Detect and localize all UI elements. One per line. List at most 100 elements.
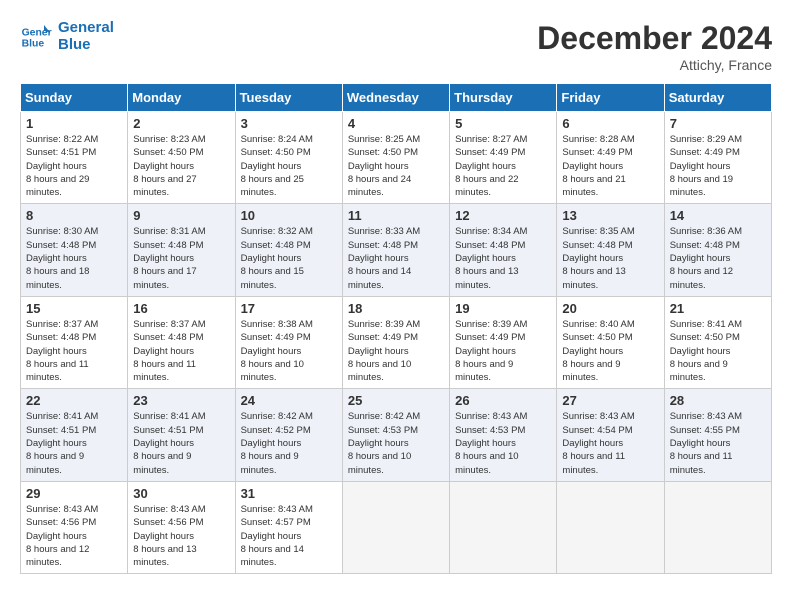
cell-content: Sunrise: 8:40 AM Sunset: 4:50 PM Dayligh…: [562, 318, 658, 384]
header-sunday: Sunday: [21, 84, 128, 112]
day-number: 9: [133, 208, 229, 223]
day-number: 29: [26, 486, 122, 501]
sunrise-label: Sunrise: 8:41 AM: [133, 411, 205, 422]
day-number: 12: [455, 208, 551, 223]
sunset-label: Sunset: 4:48 PM: [455, 240, 525, 251]
sunrise-label: Sunrise: 8:43 AM: [241, 504, 313, 515]
day-number: 1: [26, 116, 122, 131]
daylight-value: 8 hours and 10 minutes.: [348, 359, 411, 383]
daylight-value: 8 hours and 13 minutes.: [455, 266, 518, 290]
weekday-header-row: Sunday Monday Tuesday Wednesday Thursday…: [21, 84, 772, 112]
cell-content: Sunrise: 8:33 AM Sunset: 4:48 PM Dayligh…: [348, 225, 444, 291]
daylight-value: 8 hours and 11 minutes.: [26, 359, 89, 383]
cell-content: Sunrise: 8:30 AM Sunset: 4:48 PM Dayligh…: [26, 225, 122, 291]
daylight-value: 8 hours and 17 minutes.: [133, 266, 196, 290]
cell-content: Sunrise: 8:23 AM Sunset: 4:50 PM Dayligh…: [133, 133, 229, 199]
table-row: 17 Sunrise: 8:38 AM Sunset: 4:49 PM Dayl…: [235, 296, 342, 388]
daylight-label: Daylight hours: [348, 161, 409, 172]
daylight-label: Daylight hours: [562, 438, 623, 449]
daylight-value: 8 hours and 25 minutes.: [241, 174, 304, 198]
daylight-value: 8 hours and 14 minutes.: [348, 266, 411, 290]
sunset-label: Sunset: 4:48 PM: [133, 240, 203, 251]
day-number: 27: [562, 393, 658, 408]
cell-content: Sunrise: 8:38 AM Sunset: 4:49 PM Dayligh…: [241, 318, 337, 384]
daylight-value: 8 hours and 12 minutes.: [670, 266, 733, 290]
daylight-label: Daylight hours: [133, 438, 194, 449]
cell-content: Sunrise: 8:43 AM Sunset: 4:53 PM Dayligh…: [455, 410, 551, 476]
daylight-label: Daylight hours: [348, 253, 409, 264]
header-thursday: Thursday: [450, 84, 557, 112]
table-row: 6 Sunrise: 8:28 AM Sunset: 4:49 PM Dayli…: [557, 112, 664, 204]
cell-content: Sunrise: 8:24 AM Sunset: 4:50 PM Dayligh…: [241, 133, 337, 199]
day-number: 4: [348, 116, 444, 131]
calendar-week-row: 15 Sunrise: 8:37 AM Sunset: 4:48 PM Dayl…: [21, 296, 772, 388]
day-number: 31: [241, 486, 337, 501]
table-row: 11 Sunrise: 8:33 AM Sunset: 4:48 PM Dayl…: [342, 204, 449, 296]
daylight-label: Daylight hours: [670, 253, 731, 264]
table-row: 21 Sunrise: 8:41 AM Sunset: 4:50 PM Dayl…: [664, 296, 771, 388]
day-number: 21: [670, 301, 766, 316]
daylight-label: Daylight hours: [455, 438, 516, 449]
sunrise-label: Sunrise: 8:43 AM: [26, 504, 98, 515]
daylight-label: Daylight hours: [455, 161, 516, 172]
cell-content: Sunrise: 8:37 AM Sunset: 4:48 PM Dayligh…: [133, 318, 229, 384]
daylight-label: Daylight hours: [26, 438, 87, 449]
sunrise-label: Sunrise: 8:34 AM: [455, 226, 527, 237]
sunset-label: Sunset: 4:52 PM: [241, 425, 311, 436]
day-number: 8: [26, 208, 122, 223]
daylight-label: Daylight hours: [133, 253, 194, 264]
daylight-label: Daylight hours: [241, 161, 302, 172]
calendar-week-row: 8 Sunrise: 8:30 AM Sunset: 4:48 PM Dayli…: [21, 204, 772, 296]
daylight-label: Daylight hours: [241, 346, 302, 357]
cell-content: Sunrise: 8:43 AM Sunset: 4:54 PM Dayligh…: [562, 410, 658, 476]
table-row: 24 Sunrise: 8:42 AM Sunset: 4:52 PM Dayl…: [235, 389, 342, 481]
table-row: 22 Sunrise: 8:41 AM Sunset: 4:51 PM Dayl…: [21, 389, 128, 481]
header-monday: Monday: [128, 84, 235, 112]
cell-content: Sunrise: 8:43 AM Sunset: 4:56 PM Dayligh…: [133, 503, 229, 569]
day-number: 10: [241, 208, 337, 223]
sunset-label: Sunset: 4:50 PM: [562, 332, 632, 343]
sunset-label: Sunset: 4:56 PM: [26, 517, 96, 528]
day-number: 2: [133, 116, 229, 131]
cell-content: Sunrise: 8:42 AM Sunset: 4:52 PM Dayligh…: [241, 410, 337, 476]
location-text: Attichy, France: [537, 57, 772, 73]
daylight-label: Daylight hours: [455, 253, 516, 264]
table-row: 8 Sunrise: 8:30 AM Sunset: 4:48 PM Dayli…: [21, 204, 128, 296]
daylight-value: 8 hours and 9 minutes.: [562, 359, 620, 383]
sunrise-label: Sunrise: 8:23 AM: [133, 134, 205, 145]
sunrise-label: Sunrise: 8:27 AM: [455, 134, 527, 145]
day-number: 26: [455, 393, 551, 408]
cell-content: Sunrise: 8:43 AM Sunset: 4:57 PM Dayligh…: [241, 503, 337, 569]
cell-content: Sunrise: 8:43 AM Sunset: 4:55 PM Dayligh…: [670, 410, 766, 476]
daylight-label: Daylight hours: [241, 531, 302, 542]
cell-content: Sunrise: 8:29 AM Sunset: 4:49 PM Dayligh…: [670, 133, 766, 199]
sunrise-label: Sunrise: 8:43 AM: [133, 504, 205, 515]
day-number: 30: [133, 486, 229, 501]
table-row: 1 Sunrise: 8:22 AM Sunset: 4:51 PM Dayli…: [21, 112, 128, 204]
sunrise-label: Sunrise: 8:32 AM: [241, 226, 313, 237]
table-row: 31 Sunrise: 8:43 AM Sunset: 4:57 PM Dayl…: [235, 481, 342, 573]
cell-content: Sunrise: 8:37 AM Sunset: 4:48 PM Dayligh…: [26, 318, 122, 384]
cell-content: Sunrise: 8:41 AM Sunset: 4:51 PM Dayligh…: [133, 410, 229, 476]
daylight-value: 8 hours and 27 minutes.: [133, 174, 196, 198]
daylight-label: Daylight hours: [562, 346, 623, 357]
calendar-table: Sunday Monday Tuesday Wednesday Thursday…: [20, 83, 772, 574]
daylight-label: Daylight hours: [348, 346, 409, 357]
sunset-label: Sunset: 4:49 PM: [455, 147, 525, 158]
daylight-label: Daylight hours: [26, 346, 87, 357]
sunset-label: Sunset: 4:54 PM: [562, 425, 632, 436]
sunrise-label: Sunrise: 8:38 AM: [241, 319, 313, 330]
daylight-value: 8 hours and 29 minutes.: [26, 174, 89, 198]
sunset-label: Sunset: 4:49 PM: [670, 147, 740, 158]
page-header: General Blue General Blue December 2024 …: [20, 20, 772, 73]
day-number: 22: [26, 393, 122, 408]
daylight-value: 8 hours and 10 minutes.: [348, 451, 411, 475]
header-saturday: Saturday: [664, 84, 771, 112]
day-number: 23: [133, 393, 229, 408]
daylight-label: Daylight hours: [562, 253, 623, 264]
table-row: 13 Sunrise: 8:35 AM Sunset: 4:48 PM Dayl…: [557, 204, 664, 296]
sunrise-label: Sunrise: 8:35 AM: [562, 226, 634, 237]
table-row: 29 Sunrise: 8:43 AM Sunset: 4:56 PM Dayl…: [21, 481, 128, 573]
sunrise-label: Sunrise: 8:39 AM: [348, 319, 420, 330]
daylight-label: Daylight hours: [133, 346, 194, 357]
